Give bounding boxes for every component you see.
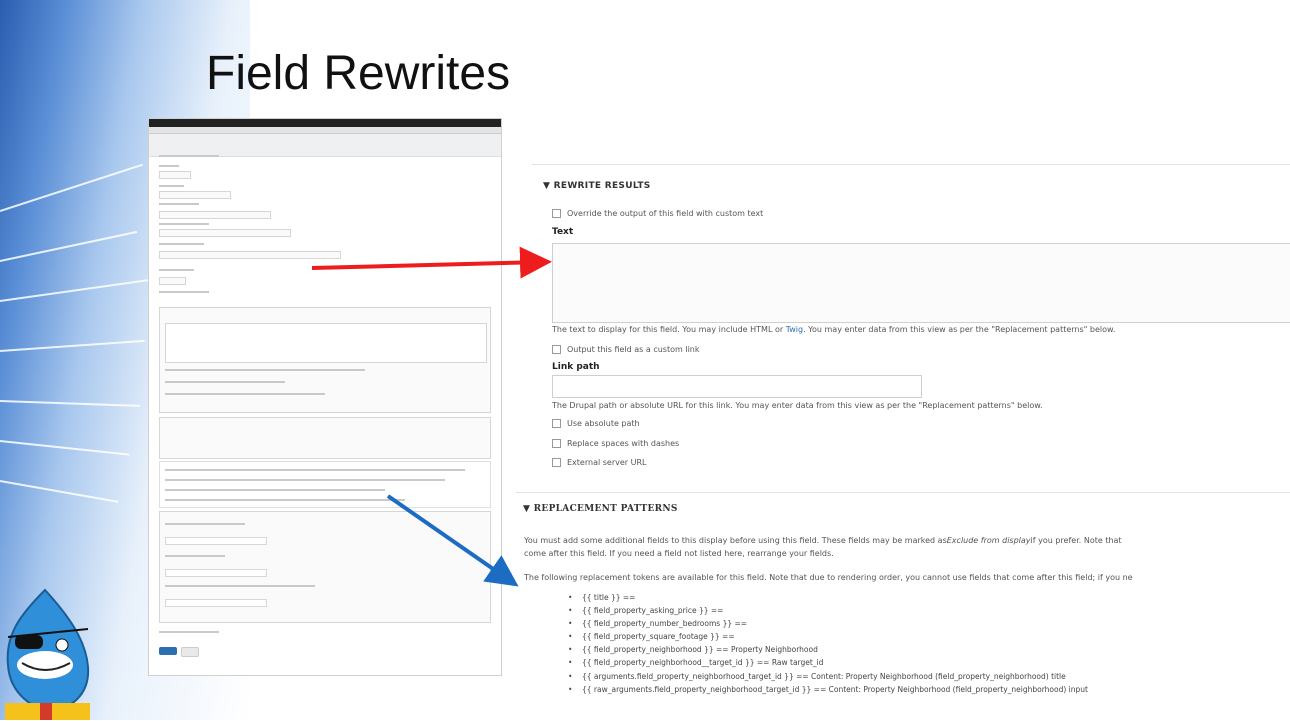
callout-arrows <box>311 246 552 587</box>
blue-arrow-icon <box>386 494 519 587</box>
red-arrow-icon <box>311 246 552 279</box>
